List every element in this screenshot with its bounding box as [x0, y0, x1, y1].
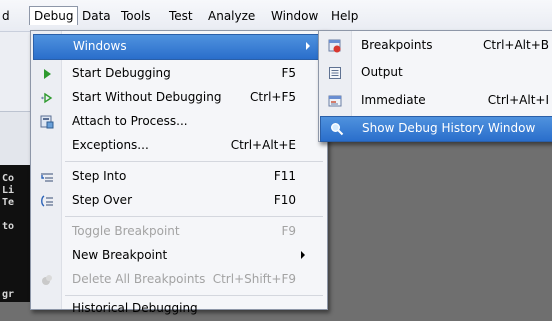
step-over-icon — [41, 195, 53, 207]
console-line: Li — [2, 185, 15, 196]
menu-item-step-into[interactable]: Step Into F11 — [31, 165, 327, 189]
menu-item-new-breakpoint[interactable]: New Breakpoint — [31, 244, 327, 268]
menu-test[interactable]: Test — [169, 8, 193, 24]
menu-item-windows[interactable]: Windows — [33, 34, 325, 60]
menu-item-label: New Breakpoint — [72, 248, 168, 262]
menu-help[interactable]: Help — [331, 8, 358, 24]
play-icon — [44, 69, 51, 79]
menu-item-shortcut: F10 — [273, 193, 296, 207]
menu-item-output[interactable]: Output — [319, 61, 552, 85]
menu-item-label: Attach to Process... — [72, 114, 188, 128]
menu-analyze[interactable]: Analyze — [208, 8, 255, 24]
menu-item-label: Start Debugging — [72, 66, 171, 80]
console-line: to — [2, 221, 15, 232]
menu-item-label: Show Debug History Window — [362, 121, 536, 135]
immediate-window-icon — [328, 95, 342, 107]
menu-item-label: Step Into — [72, 169, 127, 183]
submenu-arrow-icon — [306, 42, 310, 50]
menu-item-show-debug-history-window[interactable]: Show Debug History Window — [320, 116, 552, 142]
menu-item-shortcut: Ctrl+Shift+F9 — [212, 272, 296, 286]
menu-tools[interactable]: Tools — [121, 8, 151, 24]
menu-bar: d Debug Data Tools Test Analyze Window H… — [0, 0, 552, 32]
step-into-icon — [41, 173, 53, 182]
output-window-icon — [329, 67, 341, 79]
console-window: Co Li Te to gr — [0, 165, 32, 302]
menu-item-label: Start Without Debugging — [72, 90, 222, 104]
menu-item-immediate[interactable]: Immediate Ctrl+Alt+I — [319, 89, 552, 113]
console-line: gr — [2, 289, 15, 300]
menu-data[interactable]: Data — [82, 8, 111, 24]
windows-submenu: Breakpoints Ctrl+Alt+B Output Immediate … — [318, 30, 552, 142]
menu-item-start-debugging[interactable]: Start Debugging F5 — [31, 62, 327, 86]
play-outline-icon — [41, 92, 53, 104]
delete-breakpoints-icon — [42, 275, 52, 285]
menu-item-label: Toggle Breakpoint — [72, 224, 180, 238]
menu-item-step-over[interactable]: Step Over F10 — [31, 189, 327, 213]
menu-item-label: Immediate — [361, 93, 426, 107]
menu-item-delete-all-breakpoints[interactable]: Delete All Breakpoints Ctrl+Shift+F9 — [31, 268, 327, 292]
menu-item-attach-to-process[interactable]: Attach to Process... — [31, 110, 327, 134]
menu-item-label: Historical Debugging — [72, 301, 198, 315]
menu-item-shortcut: F11 — [273, 169, 296, 183]
breakpoints-window-icon — [328, 39, 341, 53]
menu-item-label: Windows — [73, 39, 127, 53]
menu-item-label: Output — [361, 65, 403, 79]
menu-item-shortcut: Ctrl+F5 — [250, 90, 296, 104]
menu-separator — [65, 161, 323, 162]
menu-item-historical-debugging[interactable]: Historical Debugging — [31, 297, 327, 321]
magnifier-icon — [331, 123, 344, 136]
submenu-arrow-icon — [301, 251, 305, 259]
menu-window[interactable]: Window — [271, 8, 318, 24]
menu-file-partial[interactable]: d — [2, 8, 10, 24]
menu-item-shortcut: Ctrl+Alt+E — [230, 138, 296, 152]
menu-separator — [65, 295, 323, 296]
menu-item-label: Exceptions... — [72, 138, 149, 152]
menu-item-toggle-breakpoint[interactable]: Toggle Breakpoint F9 — [31, 220, 327, 244]
menu-item-exceptions[interactable]: Exceptions... Ctrl+Alt+E — [31, 134, 327, 158]
menu-item-shortcut: F5 — [281, 66, 296, 80]
debug-menu: Windows Start Debugging F5 Start Without… — [30, 30, 328, 315]
menu-item-shortcut: F9 — [281, 224, 296, 238]
menu-item-label: Breakpoints — [361, 38, 433, 52]
menu-item-start-without-debugging[interactable]: Start Without Debugging Ctrl+F5 — [31, 86, 327, 110]
ide-toolbar-area — [0, 31, 32, 112]
menu-item-breakpoints[interactable]: Breakpoints Ctrl+Alt+B — [319, 34, 552, 58]
menu-item-label: Step Over — [72, 193, 132, 207]
menu-debug[interactable]: Debug — [29, 6, 79, 25]
console-line: Te — [2, 197, 15, 208]
menu-item-shortcut: Ctrl+Alt+B — [483, 38, 549, 52]
menu-item-shortcut: Ctrl+Alt+I — [487, 93, 549, 107]
menu-separator — [65, 216, 323, 217]
menu-item-label: Delete All Breakpoints — [72, 272, 206, 286]
console-line: Co — [2, 173, 15, 184]
attach-process-icon — [40, 115, 54, 129]
